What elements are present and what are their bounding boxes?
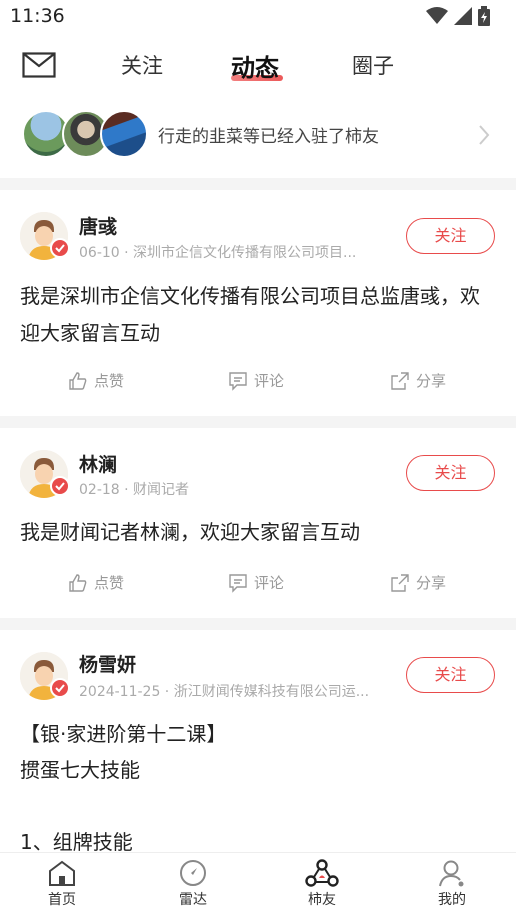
follow-button[interactable]: 关注 bbox=[406, 218, 495, 254]
like-button[interactable]: 点赞 bbox=[68, 370, 124, 391]
follow-button[interactable]: 关注 bbox=[406, 657, 495, 693]
section-divider bbox=[0, 618, 516, 630]
share-button[interactable]: 分享 bbox=[390, 572, 446, 593]
chevron-right-icon bbox=[479, 125, 490, 145]
comment-icon bbox=[229, 573, 247, 593]
thumbs-up-icon bbox=[69, 573, 87, 592]
verified-badge-icon bbox=[50, 678, 70, 698]
compass-icon bbox=[180, 860, 206, 886]
post-content-line[interactable]: 【银·家进阶第十二课】 bbox=[20, 716, 496, 753]
post-content-line[interactable]: 掼蛋七大技能 bbox=[20, 752, 496, 789]
share-label: 分享 bbox=[416, 372, 447, 390]
post-card: 唐彧 06-10 · 深圳市企信文化传播有限公司项目... 关注 我是深圳市企信… bbox=[0, 190, 516, 416]
tab-circle[interactable]: 圈子 bbox=[352, 50, 394, 80]
like-label: 点赞 bbox=[94, 574, 125, 592]
comment-button[interactable]: 评论 bbox=[228, 370, 284, 391]
profile-icon bbox=[439, 860, 464, 887]
nav-mine-label: 我的 bbox=[438, 892, 466, 908]
comment-label: 评论 bbox=[254, 574, 285, 592]
signal-icon bbox=[454, 7, 472, 25]
mail-icon[interactable] bbox=[22, 52, 56, 78]
status-icons bbox=[426, 6, 490, 26]
post-meta: 02-18 · 财闻记者 bbox=[79, 482, 190, 498]
share-icon bbox=[391, 371, 409, 390]
thumbs-up-icon bbox=[69, 371, 87, 390]
post-meta: 2024-11-25 · 浙江财闻传媒科技有限公司运... bbox=[79, 684, 370, 700]
status-time: 11:36 bbox=[10, 5, 65, 27]
nav-friends[interactable]: 柿友 bbox=[282, 859, 362, 909]
post-meta: 06-10 · 深圳市企信文化传播有限公司项目... bbox=[79, 245, 357, 261]
battery-icon bbox=[478, 6, 490, 26]
section-divider bbox=[0, 178, 516, 190]
friends-icon bbox=[305, 859, 339, 887]
post-card: 杨雪妍 2024-11-25 · 浙江财闻传媒科技有限公司运... 关注 【银·… bbox=[0, 630, 516, 854]
comment-icon bbox=[229, 371, 247, 391]
like-button[interactable]: 点赞 bbox=[68, 572, 124, 593]
status-bar: 11:36 bbox=[0, 0, 516, 32]
section-divider bbox=[0, 416, 516, 428]
home-icon bbox=[49, 860, 75, 886]
nav-mine[interactable]: 我的 bbox=[412, 859, 492, 909]
nav-home-label: 首页 bbox=[48, 892, 76, 908]
post-content[interactable]: 我是财闻记者林澜，欢迎大家留言互动 bbox=[20, 514, 496, 551]
author-name[interactable]: 杨雪妍 bbox=[79, 650, 136, 677]
author-name[interactable]: 林澜 bbox=[79, 450, 117, 477]
wifi-icon bbox=[426, 7, 448, 24]
post-actions: 点赞 评论 分享 bbox=[0, 370, 516, 400]
comment-button[interactable]: 评论 bbox=[228, 572, 284, 593]
like-label: 点赞 bbox=[94, 372, 125, 390]
post-actions: 点赞 评论 分享 bbox=[0, 572, 516, 602]
post-content[interactable]: 我是深圳市企信文化传播有限公司项目总监唐彧，欢迎大家留言互动 bbox=[20, 278, 496, 352]
nav-home[interactable]: 首页 bbox=[22, 859, 102, 909]
follow-button[interactable]: 关注 bbox=[406, 455, 495, 491]
banner-text: 行走的韭菜等已经入驻了柿友 bbox=[158, 127, 379, 147]
nav-radar[interactable]: 雷达 bbox=[153, 859, 233, 909]
share-button[interactable]: 分享 bbox=[390, 370, 446, 391]
author-name[interactable]: 唐彧 bbox=[79, 212, 117, 239]
nav-friends-label: 柿友 bbox=[308, 892, 336, 908]
post-card: 林澜 02-18 · 财闻记者 关注 我是财闻记者林澜，欢迎大家留言互动 点赞 … bbox=[0, 428, 516, 618]
tab-follow[interactable]: 关注 bbox=[121, 50, 163, 80]
comment-label: 评论 bbox=[254, 372, 285, 390]
bottom-nav: 首页 雷达 柿友 我的 bbox=[0, 852, 516, 920]
new-members-banner[interactable]: 行走的韭菜等已经入驻了柿友 bbox=[0, 100, 516, 170]
share-label: 分享 bbox=[416, 574, 447, 592]
tab-feed[interactable]: 动态 bbox=[231, 48, 279, 83]
share-icon bbox=[391, 573, 409, 592]
member-avatar-3 bbox=[100, 110, 148, 158]
verified-badge-icon bbox=[50, 238, 70, 258]
top-nav: 关注 动态 圈子 bbox=[0, 40, 516, 92]
verified-badge-icon bbox=[50, 476, 70, 496]
nav-radar-label: 雷达 bbox=[179, 892, 207, 908]
